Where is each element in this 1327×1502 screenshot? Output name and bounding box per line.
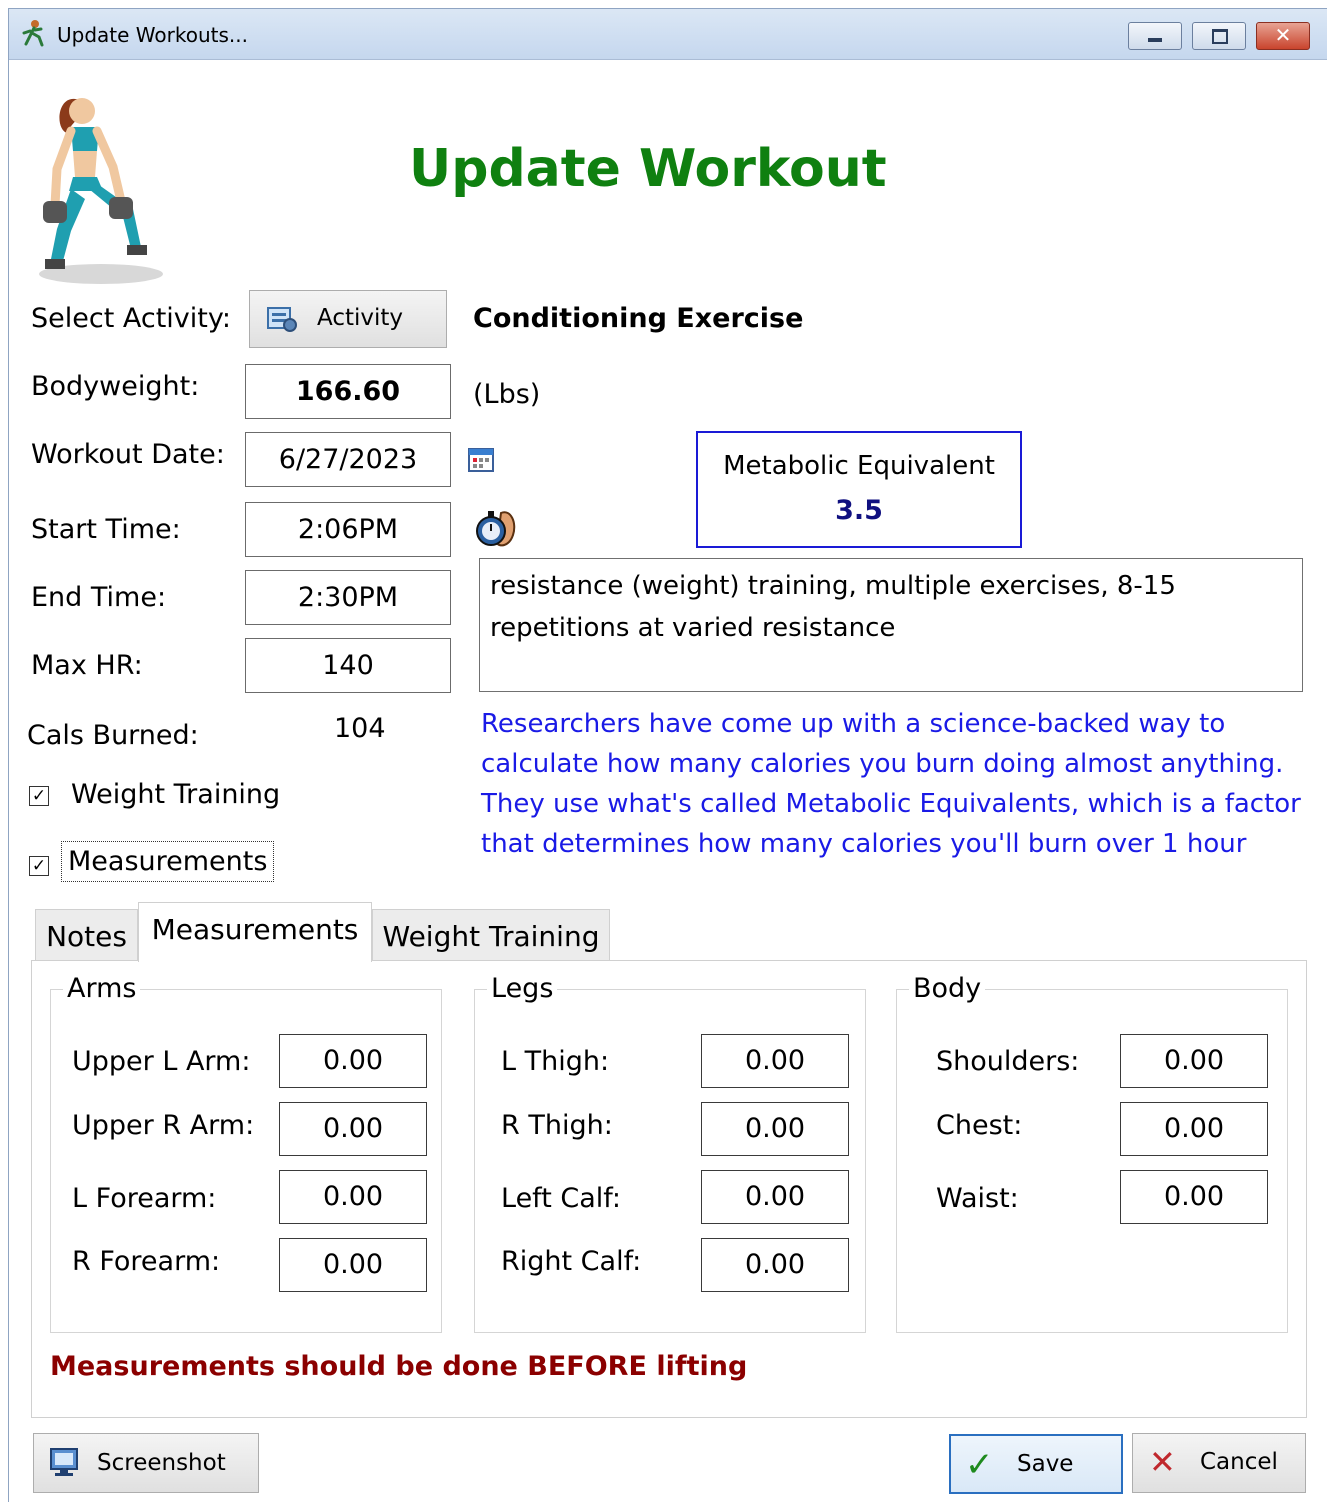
body-groupbox: Body Shoulders: 0.00 Chest: 0.00 Waist: … bbox=[896, 973, 1288, 1333]
bodyweight-label: Bodyweight: bbox=[31, 371, 200, 402]
cals-burned-value: 104 bbox=[334, 713, 386, 744]
right-calf-label: Right Calf: bbox=[501, 1246, 642, 1277]
minimize-icon bbox=[1148, 38, 1162, 42]
close-icon: ✕ bbox=[1274, 23, 1292, 47]
close-button[interactable]: ✕ bbox=[1256, 22, 1310, 50]
screenshot-button[interactable]: Screenshot bbox=[33, 1433, 259, 1493]
max-hr-label: Max HR: bbox=[31, 650, 143, 681]
waist-label: Waist: bbox=[936, 1183, 1019, 1214]
checkmark-icon: ✓ bbox=[965, 1445, 994, 1485]
right-calf-field[interactable]: 0.00 bbox=[701, 1238, 849, 1292]
runner-icon bbox=[21, 19, 47, 51]
window-title: Update Workouts... bbox=[57, 23, 248, 47]
upper-l-arm-label: Upper L Arm: bbox=[72, 1046, 251, 1077]
legs-groupbox: Legs L Thigh: 0.00 R Thigh: 0.00 Left Ca… bbox=[474, 973, 866, 1333]
page-title: Update Workout bbox=[409, 139, 887, 199]
met-info-text: Researchers have come up with a science-… bbox=[481, 709, 1301, 859]
start-time-label: Start Time: bbox=[31, 514, 181, 545]
activity-description[interactable]: resistance (weight) training, multiple e… bbox=[479, 558, 1303, 692]
weight-training-checkbox[interactable]: ✓ bbox=[29, 786, 49, 806]
cancel-button[interactable]: ✕ Cancel bbox=[1132, 1433, 1306, 1493]
arms-groupbox: Arms Upper L Arm: 0.00 Upper R Arm: 0.00… bbox=[50, 973, 442, 1333]
start-time-field[interactable]: 2:06PM bbox=[245, 502, 451, 557]
met-value: 3.5 bbox=[835, 495, 883, 526]
r-forearm-label: R Forearm: bbox=[72, 1246, 221, 1277]
chest-field[interactable]: 0.00 bbox=[1120, 1102, 1268, 1156]
max-hr-field[interactable]: 140 bbox=[245, 638, 451, 693]
stopwatch-icon[interactable] bbox=[471, 503, 521, 557]
l-forearm-field[interactable]: 0.00 bbox=[279, 1170, 427, 1224]
bodyweight-field[interactable]: 166.60 bbox=[245, 364, 451, 419]
weight-training-label[interactable]: Weight Training bbox=[71, 779, 280, 810]
maximize-button[interactable] bbox=[1192, 22, 1246, 50]
cancel-x-icon: ✕ bbox=[1149, 1443, 1176, 1481]
title-bar[interactable]: Update Workouts... ✕ bbox=[9, 9, 1327, 60]
left-calf-field[interactable]: 0.00 bbox=[701, 1170, 849, 1224]
left-calf-label: Left Calf: bbox=[501, 1183, 621, 1214]
woman-lifting-dumbbells-illustration bbox=[27, 89, 167, 289]
cancel-button-label: Cancel bbox=[1200, 1449, 1278, 1475]
met-box: Metabolic Equivalent 3.5 bbox=[696, 431, 1022, 548]
l-forearm-label: L Forearm: bbox=[72, 1183, 217, 1214]
activity-button[interactable]: Activity bbox=[249, 290, 447, 348]
body-title: Body bbox=[909, 973, 986, 1004]
shoulders-label: Shoulders: bbox=[936, 1046, 1080, 1077]
tab-weight-training-label: Weight Training bbox=[382, 920, 600, 953]
r-forearm-field[interactable]: 0.00 bbox=[279, 1238, 427, 1292]
upper-l-arm-field[interactable]: 0.00 bbox=[279, 1034, 427, 1088]
screenshot-button-label: Screenshot bbox=[97, 1450, 226, 1476]
tab-notes-label: Notes bbox=[46, 920, 127, 953]
activity-button-label: Activity bbox=[317, 305, 404, 331]
shoulders-field[interactable]: 0.00 bbox=[1120, 1034, 1268, 1088]
measurements-checkbox-label[interactable]: Measurements bbox=[61, 841, 275, 882]
arms-title: Arms bbox=[63, 973, 141, 1004]
calendar-icon[interactable] bbox=[467, 445, 495, 477]
cals-burned-label: Cals Burned: bbox=[27, 720, 199, 751]
end-time-label: End Time: bbox=[31, 582, 167, 613]
met-title: Metabolic Equivalent bbox=[723, 451, 995, 481]
save-button[interactable]: ✓ Save bbox=[949, 1434, 1123, 1494]
workout-date-field[interactable]: 6/27/2023 bbox=[245, 432, 451, 487]
tab-measurements[interactable]: Measurements bbox=[138, 902, 372, 962]
l-thigh-label: L Thigh: bbox=[501, 1046, 610, 1077]
save-button-label: Save bbox=[1017, 1451, 1074, 1477]
r-thigh-label: R Thigh: bbox=[501, 1110, 613, 1141]
monitor-icon bbox=[48, 1446, 80, 1484]
tab-weight-training[interactable]: Weight Training bbox=[372, 909, 610, 961]
waist-field[interactable]: 0.00 bbox=[1120, 1170, 1268, 1224]
chest-label: Chest: bbox=[936, 1110, 1023, 1141]
bodyweight-unit: (Lbs) bbox=[473, 379, 541, 410]
upper-r-arm-field[interactable]: 0.00 bbox=[279, 1102, 427, 1156]
maximize-icon bbox=[1212, 29, 1228, 44]
end-time-field[interactable]: 2:30PM bbox=[245, 570, 451, 625]
upper-r-arm-label: Upper R Arm: bbox=[72, 1110, 255, 1141]
activity-name: Conditioning Exercise bbox=[473, 303, 804, 334]
select-activity-label: Select Activity: bbox=[31, 303, 231, 334]
tab-measurements-label: Measurements bbox=[151, 913, 359, 946]
workout-date-label: Workout Date: bbox=[31, 439, 225, 470]
measurements-checkbox[interactable]: ✓ bbox=[29, 856, 49, 876]
measurements-tab-panel: Arms Upper L Arm: 0.00 Upper R Arm: 0.00… bbox=[31, 960, 1307, 1418]
tab-notes[interactable]: Notes bbox=[35, 909, 138, 961]
legs-title: Legs bbox=[487, 973, 558, 1004]
measurements-warning: Measurements should be done BEFORE lifti… bbox=[50, 1351, 748, 1382]
minimize-button[interactable] bbox=[1128, 22, 1182, 50]
r-thigh-field[interactable]: 0.00 bbox=[701, 1102, 849, 1156]
l-thigh-field[interactable]: 0.00 bbox=[701, 1034, 849, 1088]
update-workouts-window: Update Workouts... ✕ Update Workout Sele… bbox=[8, 8, 1327, 1502]
activity-list-icon bbox=[266, 305, 298, 339]
